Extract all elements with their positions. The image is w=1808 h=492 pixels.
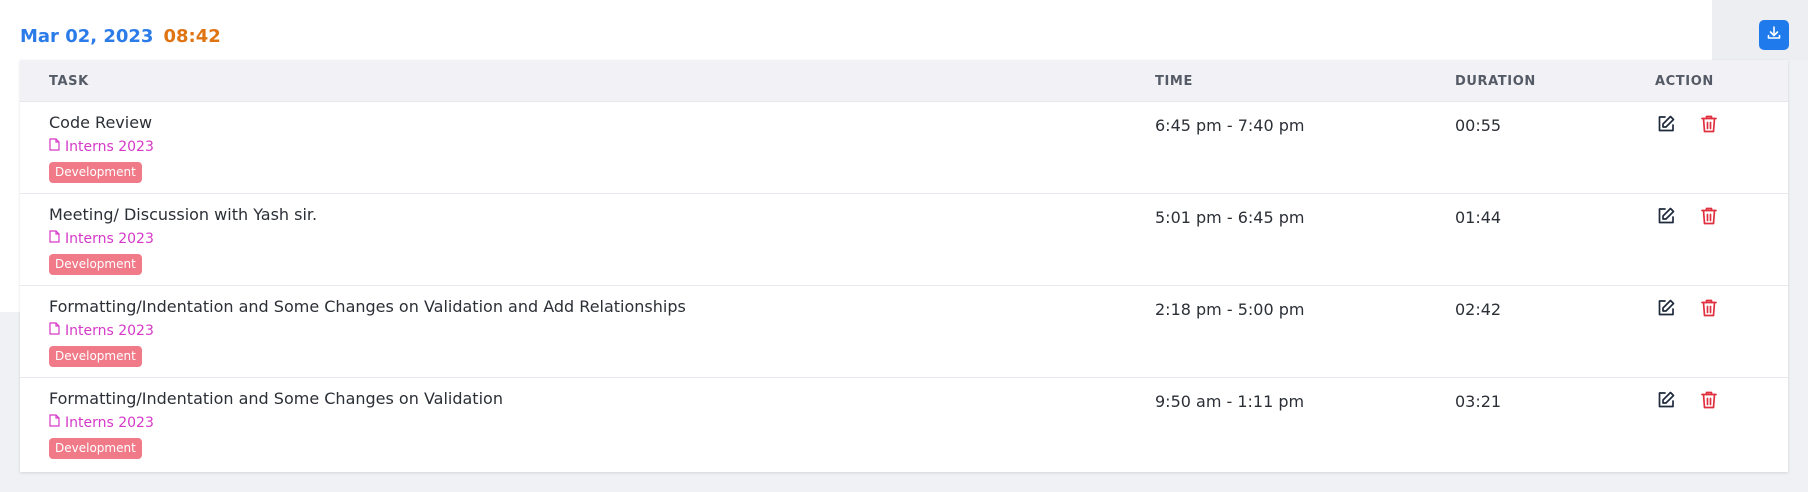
category-tag: Development [49, 254, 142, 275]
row-actions [1655, 391, 1719, 412]
column-header-duration: DURATION [1455, 74, 1536, 89]
column-header-action: ACTION [1655, 74, 1714, 89]
time-range: 2:18 pm - 5:00 pm [1155, 300, 1305, 319]
task-title: Formatting/Indentation and Some Changes … [49, 389, 503, 408]
category-tag: Development [49, 346, 142, 367]
duration-value: 00:55 [1455, 116, 1502, 135]
project-link[interactable]: Interns 2023 [49, 414, 154, 431]
edit-icon [1656, 114, 1676, 138]
column-header-time: TIME [1155, 74, 1193, 89]
category-tag: Development [49, 162, 142, 183]
project-name: Interns 2023 [65, 322, 154, 339]
file-icon [49, 138, 60, 155]
project-name: Interns 2023 [65, 230, 154, 247]
edit-button[interactable] [1655, 391, 1676, 412]
trash-icon [1700, 298, 1718, 322]
page-background [0, 312, 20, 492]
delete-button[interactable] [1698, 391, 1719, 412]
table-header: TASK TIME DURATION ACTION [20, 60, 1788, 102]
date-label: Mar 02, 2023 [20, 25, 154, 47]
task-title: Meeting/ Discussion with Yash sir. [49, 205, 318, 224]
time-range: 9:50 am - 1:11 pm [1155, 392, 1305, 411]
category-tag: Development [49, 438, 142, 459]
time-range: 6:45 pm - 7:40 pm [1155, 116, 1305, 135]
file-icon [49, 322, 60, 339]
edit-icon [1656, 298, 1676, 322]
edit-icon [1656, 390, 1676, 414]
delete-button[interactable] [1698, 207, 1719, 228]
delete-button[interactable] [1698, 115, 1719, 136]
project-link[interactable]: Interns 2023 [49, 322, 154, 339]
delete-button[interactable] [1698, 299, 1719, 320]
table-row: Formatting/Indentation and Some Changes … [20, 378, 1788, 470]
project-link[interactable]: Interns 2023 [49, 230, 154, 247]
trash-icon [1700, 390, 1718, 414]
trash-icon [1700, 206, 1718, 230]
file-icon [49, 230, 60, 247]
table-row: Formatting/Indentation and Some Changes … [20, 286, 1788, 378]
task-table: TASK TIME DURATION ACTION Code Review In… [20, 60, 1788, 472]
table-row: Meeting/ Discussion with Yash sir. Inter… [20, 194, 1788, 286]
project-name: Interns 2023 [65, 138, 154, 155]
trash-icon [1700, 114, 1718, 138]
task-title: Formatting/Indentation and Some Changes … [49, 297, 686, 316]
row-actions [1655, 207, 1719, 228]
file-icon [49, 414, 60, 431]
edit-icon [1656, 206, 1676, 230]
row-actions [1655, 299, 1719, 320]
project-link[interactable]: Interns 2023 [49, 138, 154, 155]
total-time-label: 08:42 [163, 25, 221, 47]
column-header-task: TASK [49, 74, 89, 89]
duration-value: 01:44 [1455, 208, 1502, 227]
download-button[interactable] [1759, 20, 1789, 50]
edit-button[interactable] [1655, 299, 1676, 320]
edit-button[interactable] [1655, 207, 1676, 228]
edit-button[interactable] [1655, 115, 1676, 136]
duration-value: 02:42 [1455, 300, 1502, 319]
duration-value: 03:21 [1455, 392, 1502, 411]
task-title: Code Review [49, 113, 153, 132]
row-actions [1655, 115, 1719, 136]
table-row: Code Review Interns 2023 Development 6:4… [20, 102, 1788, 194]
download-icon [1766, 25, 1782, 45]
date-header: Mar 02, 2023 08:42 [20, 24, 221, 48]
project-name: Interns 2023 [65, 414, 154, 431]
time-range: 5:01 pm - 6:45 pm [1155, 208, 1305, 227]
